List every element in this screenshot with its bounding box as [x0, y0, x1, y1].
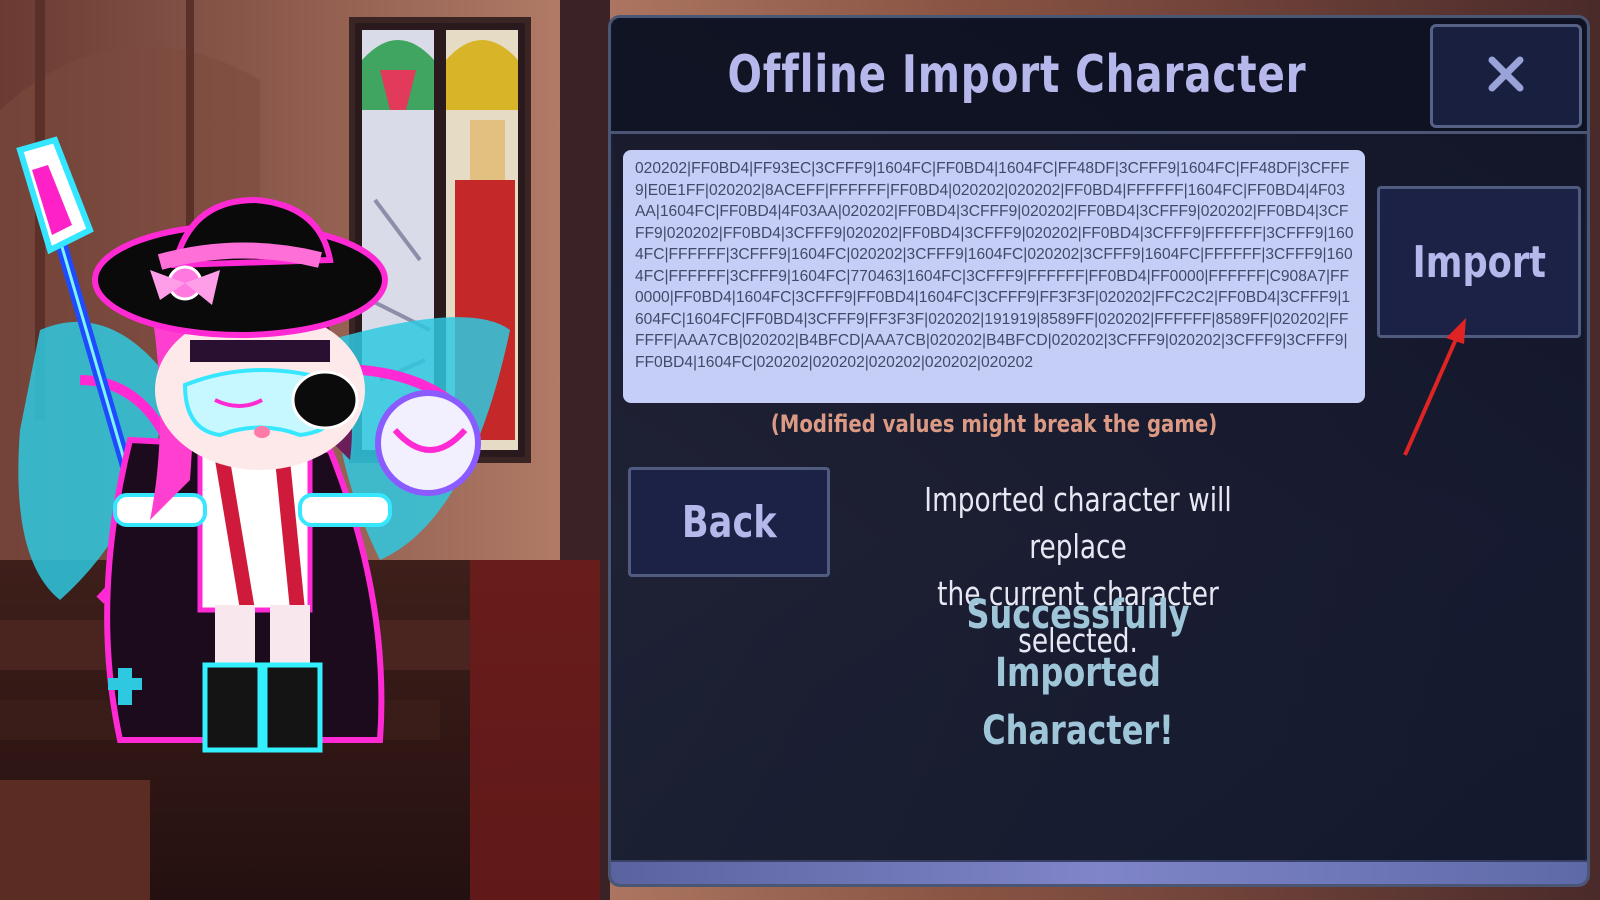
success-line2: Character! — [982, 708, 1174, 754]
back-button-label: Back — [681, 496, 777, 548]
dialog-title: Offline Import Character — [727, 44, 1307, 105]
import-button[interactable]: Import — [1377, 186, 1581, 338]
success-line1: Successfully Imported — [966, 592, 1190, 696]
success-message: Successfully Imported Character! — [888, 586, 1267, 760]
replace-note-line1: Imported character will replace — [924, 480, 1232, 566]
close-button[interactable] — [1430, 24, 1582, 128]
character-code-input[interactable]: 020202|FF0BD4|FF93EC|3CFFF9|1604FC|FF0BD… — [623, 150, 1365, 403]
back-button[interactable]: Back — [628, 467, 830, 577]
import-button-label: Import — [1412, 236, 1546, 288]
dialog-title-bar: Offline Import Character — [611, 18, 1587, 134]
dialog-bottom-strip — [611, 860, 1587, 884]
close-icon — [1486, 54, 1526, 98]
modification-warning: (Modified values might break the game) — [770, 410, 1218, 438]
offline-import-dialog: Offline Import Character 020202|FF0BD4|F… — [608, 15, 1590, 887]
